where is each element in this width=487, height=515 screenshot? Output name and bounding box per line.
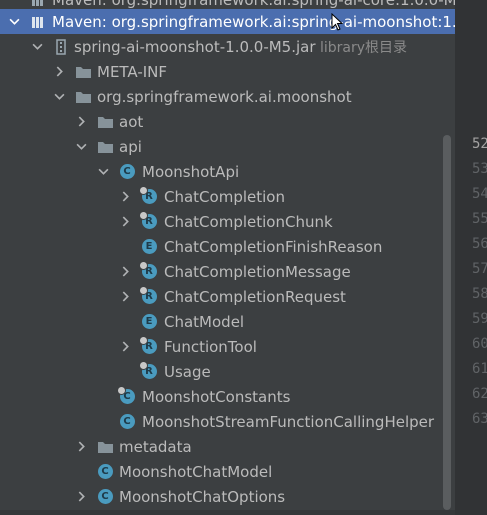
tree-label: org.springframework.ai.moonshot bbox=[97, 87, 352, 106]
class-icon: C bbox=[96, 463, 114, 481]
tree-label: ChatCompletionMessage bbox=[164, 262, 351, 281]
tree-hint: library根目录 bbox=[320, 39, 408, 56]
tree-row-api[interactable]: api bbox=[0, 134, 455, 159]
record-icon: R bbox=[138, 186, 158, 206]
record-icon: R bbox=[138, 336, 158, 356]
chevron-right-icon[interactable] bbox=[119, 216, 131, 228]
tree-label: Maven: org.springframework.ai:spring-ai-… bbox=[52, 0, 455, 9]
tree-label: META-INF bbox=[97, 62, 168, 81]
line-number: 54 bbox=[472, 186, 487, 202]
folder-icon bbox=[96, 138, 114, 156]
editor-gutter bbox=[455, 0, 487, 515]
tree-row-chat-model-enum[interactable]: E ChatModel bbox=[0, 309, 455, 334]
chevron-down-icon[interactable] bbox=[31, 41, 43, 53]
chevron-down-icon[interactable] bbox=[8, 16, 20, 28]
tree-row-finish-reason[interactable]: E ChatCompletionFinishReason bbox=[0, 234, 455, 259]
line-number: 60 bbox=[472, 336, 487, 352]
tree-row-chat-completion-chunk[interactable]: R ChatCompletionChunk bbox=[0, 209, 455, 234]
project-tree[interactable]: Maven: org.springframework.ai:spring-ai-… bbox=[0, 0, 455, 515]
tree-row-chat-completion[interactable]: R ChatCompletion bbox=[0, 184, 455, 209]
tree-row-package-moonshot[interactable]: org.springframework.ai.moonshot bbox=[0, 84, 455, 109]
record-icon: R bbox=[138, 261, 158, 281]
tree-label: metadata bbox=[119, 437, 192, 456]
mouse-cursor-icon bbox=[328, 13, 346, 31]
tree-label: spring-ai-moonshot-1.0.0-M5.jar bbox=[74, 37, 316, 56]
tree-label: api bbox=[119, 137, 142, 156]
line-number: 56 bbox=[472, 236, 487, 252]
tree-label: MoonshotChatModel bbox=[119, 462, 273, 481]
tree-row-moonshot-chat-options[interactable]: C MoonshotChatOptions bbox=[0, 484, 455, 509]
tree-label: Usage bbox=[164, 362, 211, 381]
tree-label: MoonshotChatOptions bbox=[119, 487, 286, 506]
tree-row-moonshot-constants[interactable]: C MoonshotConstants bbox=[0, 384, 455, 409]
tree-row-jar[interactable]: spring-ai-moonshot-1.0.0-M5.jar library根… bbox=[0, 34, 455, 59]
chevron-right-icon[interactable] bbox=[119, 341, 131, 353]
tree-label: MoonshotConstants bbox=[142, 387, 291, 406]
tree-label: ChatCompletionFinishReason bbox=[164, 237, 383, 256]
tree-label: ChatModel bbox=[164, 312, 245, 331]
horizontal-scrollbar-track[interactable] bbox=[0, 510, 455, 515]
enum-icon: E bbox=[140, 238, 158, 256]
vertical-scrollbar[interactable] bbox=[443, 135, 451, 510]
tree-label: ChatCompletion bbox=[164, 187, 285, 206]
tree-row-metadata[interactable]: metadata bbox=[0, 434, 455, 459]
tree-row-moonshot-chat-model[interactable]: C MoonshotChatModel bbox=[0, 459, 455, 484]
line-number: 52 bbox=[472, 136, 487, 152]
chevron-right-icon[interactable] bbox=[75, 116, 87, 128]
folder-icon bbox=[74, 88, 92, 106]
chevron-down-icon[interactable] bbox=[75, 141, 87, 153]
tree-row-aot[interactable]: aot bbox=[0, 109, 455, 134]
folder-icon bbox=[96, 438, 114, 456]
chevron-right-icon[interactable] bbox=[119, 191, 131, 203]
tree-label: aot bbox=[119, 112, 144, 131]
tree-row-usage[interactable]: R Usage bbox=[0, 359, 455, 384]
tree-row-maven-moonshot[interactable]: Maven: org.springframework.ai:spring-ai-… bbox=[0, 9, 455, 34]
record-icon: R bbox=[138, 211, 158, 231]
folder-icon bbox=[74, 63, 92, 81]
chevron-right-icon[interactable] bbox=[75, 491, 87, 503]
line-number: 57 bbox=[472, 261, 487, 277]
chevron-down-icon[interactable] bbox=[97, 166, 109, 178]
line-number: 61 bbox=[472, 361, 487, 377]
tree-label: FunctionTool bbox=[164, 337, 257, 356]
library-icon bbox=[30, 13, 48, 31]
tree-row-chat-completion-request[interactable]: R ChatCompletionRequest bbox=[0, 284, 455, 309]
chevron-down-icon[interactable] bbox=[53, 91, 65, 103]
tree-row-function-tool[interactable]: R FunctionTool bbox=[0, 334, 455, 359]
tree-label: ChatCompletionChunk bbox=[164, 212, 333, 231]
line-number: 63 bbox=[472, 411, 487, 427]
class-icon: C bbox=[96, 488, 114, 506]
class-icon: C bbox=[118, 163, 136, 181]
record-icon: R bbox=[138, 286, 158, 306]
class-icon: C bbox=[118, 413, 136, 431]
tree-row-chat-completion-message[interactable]: R ChatCompletionMessage bbox=[0, 259, 455, 284]
line-number: 55 bbox=[472, 211, 487, 227]
jar-icon bbox=[52, 38, 70, 56]
enum-icon: E bbox=[140, 313, 158, 331]
class-icon: C bbox=[116, 386, 136, 406]
tree-row-moonshot-api[interactable]: C MoonshotApi bbox=[0, 159, 455, 184]
chevron-right-icon[interactable] bbox=[119, 291, 131, 303]
folder-icon bbox=[96, 113, 114, 131]
line-number: 58 bbox=[472, 286, 487, 302]
chevron-right-icon[interactable] bbox=[53, 66, 65, 78]
chevron-right-icon[interactable] bbox=[75, 441, 87, 453]
tree-row-meta-inf[interactable]: META-INF bbox=[0, 59, 455, 84]
tree-label: ChatCompletionRequest bbox=[164, 287, 346, 306]
tree-label: Maven: org.springframework.ai:spring-ai-… bbox=[52, 12, 455, 31]
line-number: 53 bbox=[472, 161, 487, 177]
chevron-right-icon[interactable] bbox=[119, 266, 131, 278]
library-icon bbox=[30, 0, 48, 9]
tree-label: MoonshotStreamFunctionCallingHelper bbox=[142, 412, 435, 431]
record-icon: R bbox=[138, 361, 158, 381]
line-number: 59 bbox=[472, 311, 487, 327]
tree-label: MoonshotApi bbox=[142, 162, 240, 181]
tree-row-stream-helper[interactable]: C MoonshotStreamFunctionCallingHelper bbox=[0, 409, 455, 434]
line-number: 62 bbox=[472, 386, 487, 402]
